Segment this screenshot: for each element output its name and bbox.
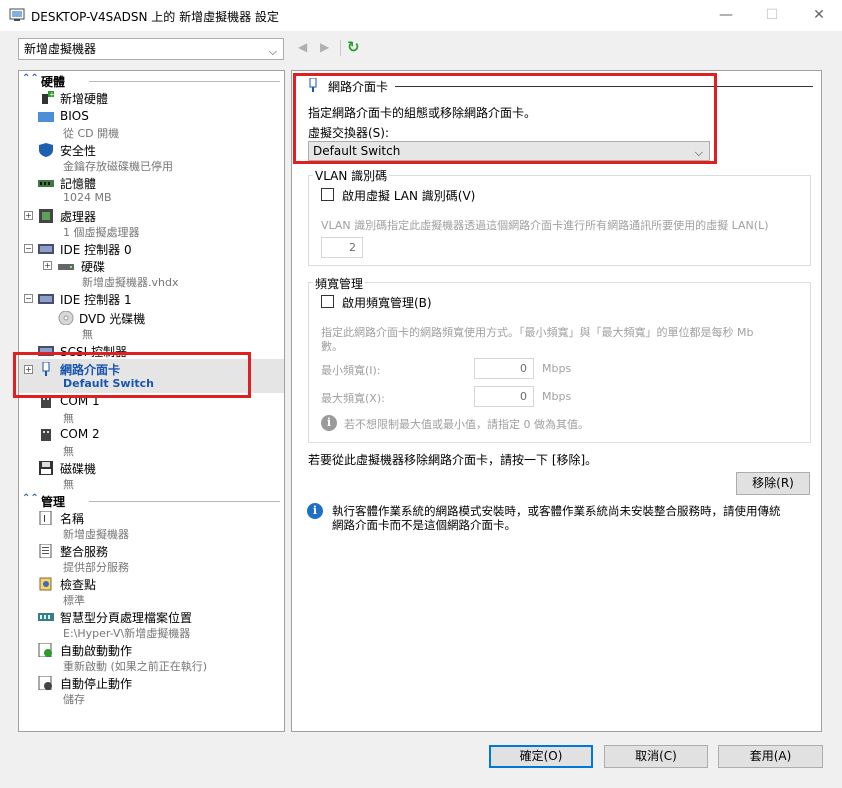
vlan-group-title: VLAN 識別碼: [313, 167, 390, 184]
apply-button[interactable]: 套用(A): [718, 745, 823, 768]
section-divider: [89, 81, 280, 82]
close-button[interactable]: ✕: [796, 0, 842, 31]
section-divider: [89, 501, 280, 502]
tree-item-com1[interactable]: COM 1 無: [19, 394, 284, 427]
integration-services-icon: [39, 544, 52, 558]
expand-icon[interactable]: −: [24, 244, 33, 253]
collapse-icon: ⌃⌃: [22, 73, 39, 84]
ok-button[interactable]: 確定(O): [489, 745, 593, 768]
vlan-description: VLAN 識別碼指定此虛擬機器透過這個網路介面卡進行所有網路通訊所要使用的虛擬 …: [321, 219, 769, 232]
info-text-line2: 網路介面卡而不是這個網路介面卡。: [332, 518, 516, 532]
tree-item-com2[interactable]: COM 2 無: [19, 427, 284, 460]
tree-item-hard-drive[interactable]: + 硬碟 新增虛擬機器.vhdx: [19, 258, 284, 291]
hard-drive-icon: [58, 264, 74, 270]
vlan-id-input[interactable]: 2: [321, 237, 363, 258]
tree-item-diskette-drive[interactable]: 磁碟機 無: [19, 460, 284, 493]
tree-item-automatic-stop[interactable]: 自動停止動作 儲存: [19, 675, 284, 708]
remove-instructions: 若要從此虛擬機器移除網路介面卡，請按一下 [移除]。: [308, 453, 598, 467]
tree-item-bios[interactable]: BIOS 從 CD 開機: [19, 109, 284, 142]
name-icon: I: [39, 511, 52, 525]
remove-button[interactable]: 移除(R): [736, 472, 810, 495]
title-bar: DESKTOP-V4SADSN 上的 新增虛擬機器 設定 — ☐ ✕: [0, 0, 842, 31]
bandwidth-group-title: 頻寬管理: [313, 275, 366, 292]
add-hardware-icon: +: [42, 91, 54, 104]
svg-text:I: I: [43, 514, 46, 525]
maximize-button[interactable]: ☐: [749, 0, 795, 31]
info-icon: i: [307, 503, 323, 519]
min-bandwidth-unit: Mbps: [542, 362, 572, 375]
tree-item-memory[interactable]: 記憶體 1024 MB: [19, 175, 284, 208]
svg-text:+: +: [49, 91, 54, 99]
enable-bandwidth-checkbox[interactable]: [321, 295, 334, 308]
shield-icon: [39, 143, 53, 157]
toolbar-separator: [340, 40, 341, 56]
tree-item-smart-paging-location[interactable]: 智慧型分頁處理檔案位置 E:\Hyper-V\新增虛擬機器: [19, 609, 284, 642]
auto-start-icon: [38, 643, 52, 657]
tree-item-checkpoints[interactable]: 檢查點 標準: [19, 576, 284, 609]
max-bandwidth-unit: Mbps: [542, 390, 572, 403]
bandwidth-description-line2: 數。: [321, 340, 343, 353]
annotation-highlight: [293, 73, 717, 164]
minimize-button[interactable]: —: [703, 0, 749, 31]
ide-controller-icon: [38, 244, 54, 254]
hyperv-settings-icon: [9, 8, 25, 21]
window-title: DESKTOP-V4SADSN 上的 新增虛擬機器 設定: [31, 10, 279, 24]
ide-controller-icon: [38, 294, 54, 304]
min-bandwidth-input[interactable]: 0: [474, 358, 534, 379]
tree-item-security[interactable]: 安全性 金鑰存放磁碟機已停用: [19, 142, 284, 175]
vm-select-value: 新增虛擬機器: [24, 42, 97, 56]
memory-icon: [38, 180, 54, 187]
info-icon: i: [321, 415, 337, 431]
tree-item-name[interactable]: I 名稱 新增虛擬機器: [19, 510, 284, 543]
collapse-icon: ⌃⌃: [22, 493, 39, 504]
tree-item-integration-services[interactable]: 整合服務 提供部分服務: [19, 543, 284, 576]
processor-icon: [39, 209, 53, 223]
management-section-header[interactable]: ⌃⌃ 管理: [19, 492, 284, 510]
cancel-button[interactable]: 取消(C): [604, 745, 708, 768]
tree-item-automatic-start[interactable]: 自動啟動動作 重新啟動 (如果之前正在執行): [19, 642, 284, 675]
settings-tree: ⌃⌃ 硬體 + 新增硬體 BIOS 從 CD 開機 安全性 金鑰存放磁碟機已停用…: [18, 70, 285, 732]
bios-icon: [38, 112, 54, 122]
max-bandwidth-input[interactable]: 0: [474, 386, 534, 407]
smart-paging-icon: [38, 613, 54, 621]
detail-panel: 網路介面卡 指定網路介面卡的組態或移除網路介面卡。 虛擬交換器(S): Defa…: [291, 70, 822, 732]
min-bandwidth-label: 最小頻寬(I):: [321, 364, 381, 377]
forward-arrow-icon[interactable]: ▶: [320, 40, 329, 54]
tree-item-processor[interactable]: + 處理器 1 個虛擬處理器: [19, 208, 284, 241]
chevron-down-icon: ⌵: [268, 45, 277, 58]
com-port-icon: [41, 429, 51, 441]
vm-select[interactable]: 新增虛擬機器 ⌵: [18, 38, 284, 60]
enable-vlan-checkbox[interactable]: [321, 188, 334, 201]
expand-icon[interactable]: +: [43, 261, 52, 270]
expand-icon[interactable]: +: [24, 211, 33, 220]
dvd-disc-icon: [58, 311, 74, 325]
enable-bandwidth-label: 啟用頻寬管理(B): [342, 296, 432, 310]
max-bandwidth-label: 最大頻寬(X):: [321, 392, 385, 405]
auto-stop-icon: [38, 676, 52, 690]
annotation-highlight: [13, 352, 251, 398]
back-arrow-icon[interactable]: ◀: [298, 40, 307, 54]
tree-item-dvd-drive[interactable]: DVD 光碟機 無: [19, 310, 284, 343]
bandwidth-note: 若不想限制最大值或最小值，請指定 0 做為其值。: [344, 418, 589, 431]
hardware-section-header[interactable]: ⌃⌃ 硬體: [19, 72, 284, 90]
bandwidth-description-line1: 指定此網路介面卡的網路頻寬使用方式。「最小頻寬」與「最大頻寬」的單位都是每秒 M…: [321, 326, 754, 339]
floppy-disk-icon: [39, 461, 53, 475]
checkpoint-icon: [39, 577, 52, 591]
expand-icon[interactable]: −: [24, 294, 33, 303]
enable-vlan-label: 啟用虛擬 LAN 識別碼(V): [342, 189, 476, 203]
refresh-icon[interactable]: ↻: [347, 38, 360, 56]
